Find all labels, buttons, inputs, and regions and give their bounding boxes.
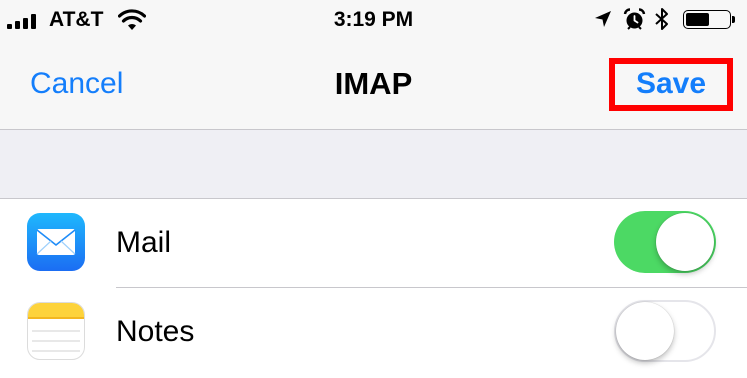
cancel-button[interactable]: Cancel (30, 66, 123, 102)
location-arrow-icon (595, 11, 611, 27)
header-area: AT&T 3:19 PM Cancel IMAP Save (0, 0, 747, 130)
toggle-knob (656, 213, 714, 271)
navigation-bar: Cancel IMAP Save (0, 40, 747, 129)
toggle-knob (616, 302, 674, 360)
status-bar: AT&T 3:19 PM (0, 0, 747, 40)
mail-app-icon (27, 213, 85, 271)
battery-icon (683, 10, 737, 31)
sync-options-list: Mail Notes (0, 198, 747, 378)
list-item-label: Notes (116, 315, 195, 348)
list-item-notes: Notes (0, 288, 747, 377)
list-item-mail: Mail (0, 199, 747, 288)
save-button[interactable]: Save (609, 58, 733, 111)
bluetooth-icon (655, 8, 668, 30)
notes-app-icon (27, 302, 85, 360)
notes-sync-toggle[interactable] (614, 300, 716, 362)
list-item-label: Mail (116, 226, 172, 259)
mail-sync-toggle[interactable] (614, 211, 716, 273)
alarm-icon (623, 8, 646, 30)
